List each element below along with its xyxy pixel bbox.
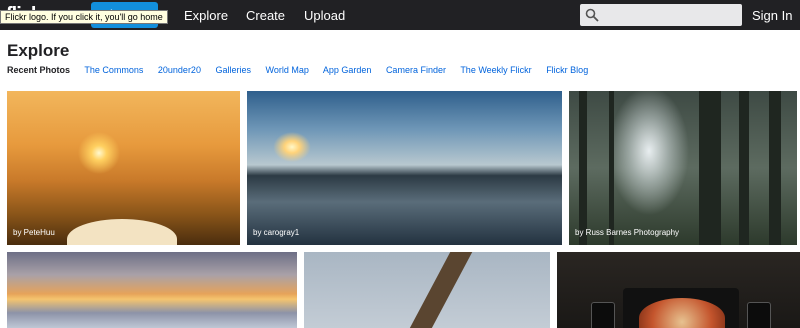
subnav-flickr-blog[interactable]: Flickr Blog — [546, 65, 588, 75]
photo-tile-sunset-ice[interactable]: by PeteHuu — [7, 91, 240, 245]
photo-credit[interactable]: by Russ Barnes Photography — [575, 228, 679, 237]
photo-tile-beach-sunset[interactable]: by carogray1 — [247, 91, 562, 245]
tree-trunk — [609, 91, 614, 245]
photo-credit[interactable]: by carogray1 — [253, 228, 299, 237]
tree-trunk — [579, 91, 587, 245]
eagle-shape — [407, 252, 473, 328]
nav-create[interactable]: Create — [246, 8, 285, 23]
tree-trunk — [699, 91, 721, 245]
photo-ice-shape — [67, 219, 177, 245]
nav-explore[interactable]: Explore — [184, 8, 228, 23]
search-input[interactable] — [580, 4, 742, 26]
subnav-world-map[interactable]: World Map — [266, 65, 309, 75]
photo-tile-lake-sunset[interactable] — [7, 252, 297, 328]
subnav-20under20[interactable]: 20under20 — [158, 65, 201, 75]
sign-in-link[interactable]: Sign In — [752, 8, 792, 23]
tree-trunk — [739, 91, 749, 245]
subnav-galleries[interactable]: Galleries — [215, 65, 251, 75]
subnav-weekly-flickr[interactable]: The Weekly Flickr — [460, 65, 531, 75]
photo-tile-forest[interactable]: by Russ Barnes Photography — [569, 91, 797, 245]
logo-tooltip: Flickr logo. If you click it, you'll go … — [0, 10, 168, 24]
search-icon — [585, 8, 599, 22]
nav-upload[interactable]: Upload — [304, 8, 345, 23]
explore-subnav: Recent Photos The Commons 20under20 Gall… — [7, 65, 600, 75]
subnav-the-commons[interactable]: The Commons — [84, 65, 143, 75]
photo-tile-eagle[interactable] — [304, 252, 550, 328]
phone-shape — [591, 302, 615, 328]
photo-credit[interactable]: by PeteHuu — [13, 228, 55, 237]
subnav-app-garden[interactable]: App Garden — [323, 65, 372, 75]
page-title: Explore — [7, 41, 70, 60]
phone-shape — [747, 302, 771, 328]
photo-tile-pizza-tablet[interactable] — [557, 252, 800, 328]
tree-trunk — [769, 91, 781, 245]
subnav-recent-photos[interactable]: Recent Photos — [7, 65, 70, 75]
subnav-camera-finder[interactable]: Camera Finder — [386, 65, 446, 75]
